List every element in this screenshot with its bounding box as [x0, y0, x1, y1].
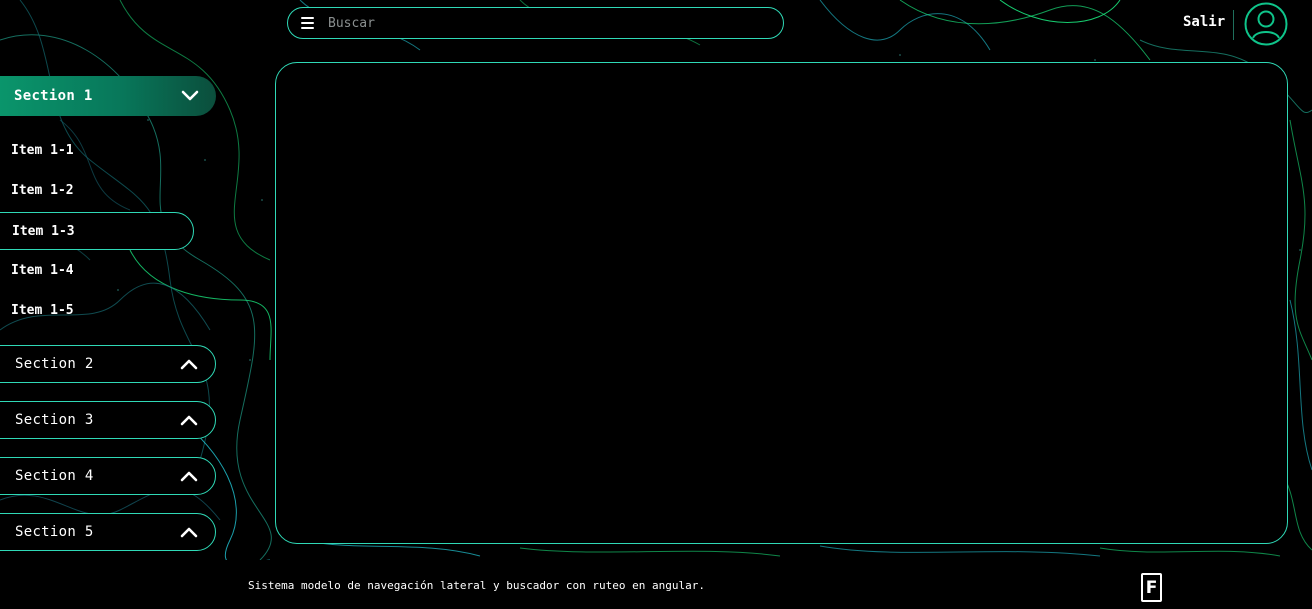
chevron-up-icon	[180, 415, 198, 426]
sidebar-item-1-5[interactable]: Item 1-5	[0, 301, 74, 321]
section-label: Section 4	[15, 468, 94, 484]
footer-logo-letter: F	[1145, 577, 1158, 598]
section-label: Section 3	[15, 412, 94, 428]
chevron-up-icon	[180, 359, 198, 370]
user-circle-icon[interactable]	[1244, 2, 1288, 46]
search-bar[interactable]	[287, 7, 784, 39]
sidebar-item-1-3[interactable]: Item 1-3	[0, 212, 194, 250]
sidebar-item-1-1[interactable]: Item 1-1	[0, 141, 74, 161]
sidebar-item-1-2[interactable]: Item 1-2	[0, 181, 74, 201]
section-3-button[interactable]: Section 3	[0, 401, 216, 439]
chevron-up-icon	[180, 471, 198, 482]
footer: Sistema modelo de navegación lateral y b…	[0, 560, 1312, 609]
search-input[interactable]	[328, 15, 748, 31]
main-content-panel	[275, 62, 1288, 544]
section-label: Section 2	[15, 356, 94, 372]
section-label: Section 5	[15, 524, 94, 540]
section-2-button[interactable]: Section 2	[0, 345, 216, 383]
section-4-button[interactable]: Section 4	[0, 457, 216, 495]
section-5-button[interactable]: Section 5	[0, 513, 216, 551]
sidebar-item-1-4[interactable]: Item 1-4	[0, 261, 74, 281]
footer-text: Sistema modelo de navegación lateral y b…	[248, 579, 705, 592]
section-label: Section 1	[14, 88, 93, 104]
menu-icon[interactable]	[301, 17, 314, 29]
header-divider	[1233, 10, 1234, 40]
footer-logo: F	[1141, 573, 1162, 602]
chevron-down-icon	[181, 90, 199, 101]
chevron-up-icon	[180, 527, 198, 538]
logout-button[interactable]: Salir	[1183, 14, 1225, 30]
section-1-button[interactable]: Section 1	[0, 76, 216, 116]
